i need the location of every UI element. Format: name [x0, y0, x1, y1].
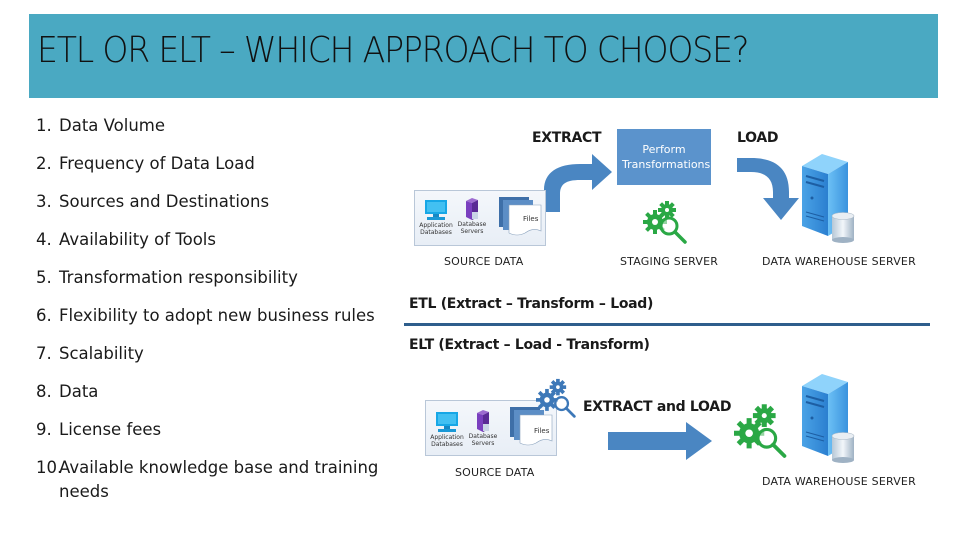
gear-magnifier-icon-blue — [536, 378, 576, 418]
criteria-item: 8. Data — [36, 380, 406, 418]
criteria-text: Flexibility to adopt new business rules — [59, 306, 375, 325]
database-servers-label: Database Servers — [468, 433, 498, 447]
criteria-number: 3. — [36, 192, 52, 211]
database-servers-icon — [466, 198, 478, 220]
data-warehouse-caption-top: DATA WAREHOUSE SERVER — [762, 255, 916, 268]
database-servers-icon — [477, 410, 489, 432]
staging-box-text: Perform Transformations — [622, 143, 711, 171]
criteria-item: 9. License fees — [36, 418, 406, 456]
database-servers-label: Database Servers — [457, 221, 487, 235]
criteria-number: 8. — [36, 382, 52, 401]
files-label: Files — [534, 427, 550, 435]
criteria-text: Availability of Tools — [59, 230, 216, 249]
data-warehouse-caption-bottom: DATA WAREHOUSE SERVER — [762, 475, 916, 488]
load-arrow-icon — [737, 158, 799, 220]
criteria-list: 1. Data Volume 2. Frequency of Data Load 3… — [36, 114, 406, 501]
criteria-item: 5. Transformation responsibility — [36, 266, 406, 304]
criteria-number: 7. — [36, 344, 52, 363]
application-databases-icon — [436, 412, 458, 432]
source-data-box-top: Application Databases Database Servers F… — [414, 190, 546, 246]
gear-magnifier-icon-green — [734, 404, 787, 458]
data-warehouse-server-icon — [802, 154, 855, 243]
application-databases-icon — [425, 200, 447, 220]
application-databases-label: Application Databases — [430, 434, 464, 448]
criteria-number: 6. — [36, 306, 52, 325]
criteria-item: 4. Availability of Tools — [36, 228, 406, 266]
criteria-item: 3. Sources and Destinations — [36, 190, 406, 228]
criteria-item: 2. Frequency of Data Load — [36, 152, 406, 190]
criteria-item: 7. Scalability — [36, 342, 406, 380]
criteria-number: 9. — [36, 420, 52, 439]
application-databases-label: Application Databases — [419, 222, 453, 236]
criteria-text: Scalability — [59, 344, 144, 363]
criteria-text: Data — [59, 382, 99, 401]
criteria-item: 1. Data Volume — [36, 114, 406, 152]
criteria-number: 1. — [36, 116, 52, 135]
files-label: Files — [523, 215, 539, 223]
criteria-number: 5. — [36, 268, 52, 287]
source-data-caption-top: SOURCE DATA — [444, 255, 524, 268]
etl-elt-divider — [404, 323, 930, 326]
perform-transformations-box: Perform Transformations — [617, 129, 711, 185]
load-label: LOAD — [737, 130, 779, 146]
criteria-number: 2. — [36, 154, 52, 173]
criteria-text: Data Volume — [59, 116, 166, 135]
criteria-text: Transformation responsibility — [59, 268, 298, 287]
source-data-caption-bottom: SOURCE DATA — [455, 466, 535, 479]
slide-title: ETL OR ELT – WHICH APPROACH TO CHOOSE? — [37, 30, 749, 71]
elt-heading: ELT (Extract – Load - Transform) — [409, 337, 650, 353]
gear-magnifier-icon — [643, 201, 687, 244]
extract-load-arrow-icon — [608, 422, 712, 460]
title-bar: ETL OR ELT – WHICH APPROACH TO CHOOSE? — [29, 14, 938, 98]
criteria-item: 6. Flexibility to adopt new business rule… — [36, 304, 406, 342]
data-warehouse-server-icon — [802, 374, 855, 463]
criteria-item: 10. Available knowledge base and training… — [36, 456, 406, 501]
staging-server-caption: STAGING SERVER — [620, 255, 719, 268]
etl-heading: ETL (Extract – Transform – Load) — [409, 296, 654, 312]
extract-and-load-label: EXTRACT and LOAD — [583, 399, 732, 415]
criteria-text: Available knowledge base and training ne… — [59, 458, 379, 501]
criteria-text: Frequency of Data Load — [59, 154, 255, 173]
criteria-text: License fees — [59, 420, 162, 439]
criteria-number: 4. — [36, 230, 52, 249]
criteria-text: Sources and Destinations — [59, 192, 270, 211]
extract-label: EXTRACT — [532, 130, 602, 146]
criteria-number: 10. — [36, 458, 63, 477]
extract-arrow-icon — [544, 154, 612, 212]
